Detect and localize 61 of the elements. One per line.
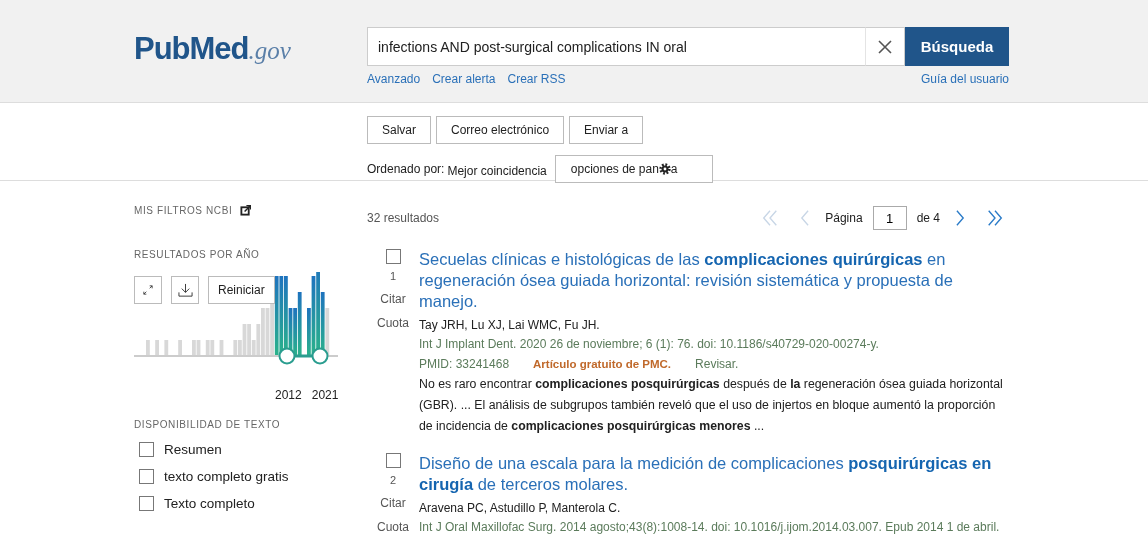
header-link[interactable]: Crear RSS <box>507 72 566 86</box>
filter-checkbox[interactable] <box>139 496 154 511</box>
settings-icon <box>657 162 672 176</box>
article-type-label: Revisar. <box>695 356 739 373</box>
free-article-label: Artículo gratuito de PMC. <box>533 357 672 372</box>
search-button[interactable]: Búsqueda <box>905 27 1009 66</box>
histogram-bar <box>178 340 182 356</box>
filter-label[interactable]: Texto completo <box>164 496 255 511</box>
result-number: 2 <box>389 474 397 486</box>
histogram-bar <box>146 340 150 356</box>
result-snippet: No es raro encontrar complicaciones posquirúrgicas después de la regeneración ósea guiada horizontal (GBR). ... El análisis de subgrupos también reveló que el uso de injertos en bloque aumentó la proporción de incidencia de complicaciones posquirúrgicas menores ... <box>419 376 1004 435</box>
result-checkbox[interactable] <box>385 453 401 468</box>
reset-button[interactable]: Reiniciar <box>208 276 275 304</box>
filter-checkbox[interactable] <box>139 469 154 484</box>
result-citation: Int J Implant Dent. 2020 26 de noviembre; 6 (1): 76. doi: 10.1186/s40729-020-00274-y. <box>419 336 880 353</box>
cite-link[interactable]: Citar <box>380 292 406 306</box>
action-button[interactable]: Salvar <box>367 116 431 144</box>
search-field[interactable]: infections AND post-surgical complications IN oral <box>367 27 865 66</box>
histogram-bar <box>219 340 224 356</box>
histogram-bar <box>164 340 169 356</box>
result-checkbox[interactable] <box>385 249 401 264</box>
result-authors: Aravena PC, Astudillo P, Manterola C. <box>419 500 622 517</box>
filter-checkbox[interactable] <box>139 442 154 457</box>
pubmed-logo[interactable]: PubMed.gov <box>134 31 367 67</box>
histogram-bar <box>155 340 159 356</box>
external-link-icon[interactable] <box>240 205 252 216</box>
result-number: 1 <box>389 270 397 282</box>
start-year-label: 2012 <box>275 388 302 402</box>
results-by-year-heading: RESULTADOS POR AÑO <box>134 249 261 260</box>
result-title-link[interactable]: Diseño de una escala para la medición de complicaciones posquirúrgicas en cirugía de terceros molares. <box>419 453 1009 495</box>
page-total: de 4 <box>916 211 940 225</box>
last-page-icon[interactable] <box>986 209 1004 227</box>
result-authors: Tay JRH, Lu XJ, Lai WMC, Fu JH. <box>419 317 601 334</box>
result-citation: Int J Oral Maxillofac Surg. 2014 agosto;43(8):1008-14. doi: 10.1016/j.ijom.2014.03.007. Epub 2014 1 de abril. <box>419 519 1001 536</box>
sort-dropdown[interactable]: Mejor coincidencia <box>447 164 547 178</box>
my-filters-heading[interactable]: MIS FILTROS NCBI <box>134 205 233 216</box>
header-link[interactable]: Avanzado <box>367 72 421 86</box>
page-number-field[interactable]: 1 <box>872 206 907 230</box>
header-link[interactable]: Crear alerta <box>432 72 496 86</box>
end-year-label: 2021 <box>311 388 339 402</box>
range-bar <box>294 354 313 358</box>
cite-link[interactable]: Citar <box>380 496 406 510</box>
page-label: Página <box>825 211 863 225</box>
next-page-icon[interactable] <box>955 209 966 227</box>
user-guide-link[interactable]: Guía del usuario <box>920 72 1009 86</box>
range-handle[interactable] <box>311 347 329 365</box>
filter-label[interactable]: Resumen <box>164 442 222 457</box>
results-count: 32 resultados <box>367 211 440 225</box>
result-pmid: PMID: 33241468 <box>419 356 510 373</box>
result-title-link[interactable]: Secuelas clínicas e histológicas de las complicaciones quirúrgicas en regeneración ósea guiada horizontal: revisión sistemática y propuesta de manejo. <box>419 249 1009 312</box>
download-icon[interactable] <box>171 276 199 304</box>
share-link[interactable]: Cuota <box>377 520 409 534</box>
filter-label[interactable]: texto completo gratis <box>164 469 289 484</box>
sort-label: Ordenado por: <box>367 162 445 176</box>
action-button[interactable]: Correo electrónico <box>436 116 565 144</box>
text-availability-heading: DISPONIBILIDAD DE TEXTO <box>134 419 282 430</box>
action-button[interactable]: Enviar a <box>569 116 644 144</box>
range-handle[interactable] <box>278 347 296 365</box>
display-options-button[interactable]: opciones de pan a <box>554 155 713 183</box>
clear-icon[interactable] <box>865 27 905 66</box>
share-link[interactable]: Cuota <box>377 316 409 330</box>
